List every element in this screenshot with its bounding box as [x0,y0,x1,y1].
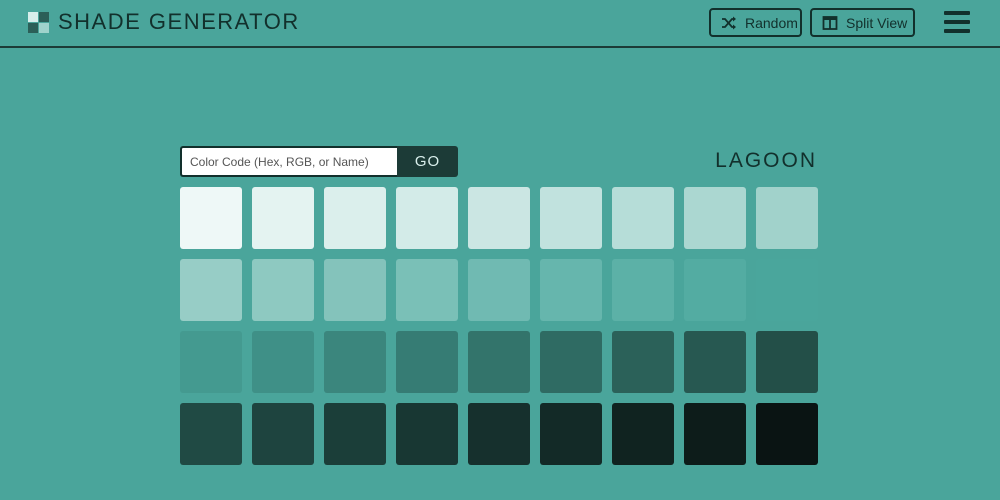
shade-swatch[interactable] [540,331,602,393]
shade-swatch[interactable] [612,403,674,465]
shade-swatch[interactable] [468,403,530,465]
split-view-icon [822,15,838,31]
checker-logo-icon [28,12,50,34]
shade-swatch[interactable] [252,187,314,249]
shade-swatch[interactable] [324,403,386,465]
shade-swatch[interactable] [324,331,386,393]
random-button-label: Random [745,14,798,31]
shade-swatch[interactable] [756,259,818,321]
go-button[interactable]: GO [397,146,458,177]
shade-swatch[interactable] [252,331,314,393]
shade-swatch[interactable] [612,187,674,249]
shade-swatch[interactable] [252,403,314,465]
shade-swatch[interactable] [396,187,458,249]
shade-swatch[interactable] [540,187,602,249]
shade-swatch[interactable] [756,187,818,249]
random-button[interactable]: Random [709,8,802,37]
shade-swatch[interactable] [468,187,530,249]
shade-swatch[interactable] [180,331,242,393]
shade-swatch[interactable] [612,259,674,321]
shade-swatch[interactable] [684,403,746,465]
shade-swatch[interactable] [324,259,386,321]
shade-swatch[interactable] [468,331,530,393]
shade-swatch[interactable] [684,187,746,249]
app-title: SHADE GENERATOR [58,9,300,34]
shade-swatch[interactable] [612,331,674,393]
shade-swatch[interactable] [540,259,602,321]
shuffle-icon [721,15,737,31]
shade-swatch[interactable] [180,403,242,465]
split-view-button[interactable]: Split View [810,8,915,37]
shade-swatch[interactable] [396,403,458,465]
shade-swatch[interactable] [468,259,530,321]
color-code-input[interactable] [180,146,398,177]
shade-grid [180,187,818,465]
shade-swatch[interactable] [756,403,818,465]
shade-swatch[interactable] [540,403,602,465]
shade-swatch[interactable] [180,259,242,321]
shade-swatch[interactable] [684,331,746,393]
shade-swatch[interactable] [396,331,458,393]
shade-swatch[interactable] [396,259,458,321]
app-header: SHADE GENERATOR Random Split View [0,0,1000,48]
shade-swatch[interactable] [324,187,386,249]
shade-swatch[interactable] [756,331,818,393]
shade-swatch[interactable] [252,259,314,321]
shade-swatch[interactable] [684,259,746,321]
hamburger-menu-icon[interactable] [944,11,970,33]
split-view-button-label: Split View [846,14,908,31]
shade-name: LAGOON [715,149,817,172]
shade-swatch[interactable] [180,187,242,249]
